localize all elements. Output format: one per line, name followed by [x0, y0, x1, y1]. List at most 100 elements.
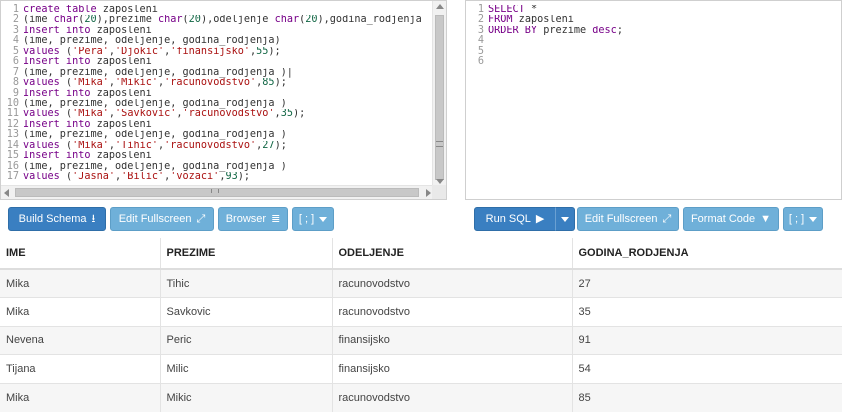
table-cell: finansijsko [332, 354, 573, 383]
code-token: 'Jasna' [72, 172, 116, 182]
edit-fullscreen-button[interactable]: Edit Fullscreen ⤢ [110, 207, 214, 231]
code-token: * [524, 5, 538, 15]
query-code[interactable]: 1 SELECT * 2 FROM zaposleni 3 ORDER BY prezim… [466, 1, 841, 68]
browser-button[interactable]: Browser ≣ [218, 207, 288, 231]
code-line[interactable]: 4 (ime, prezime, odeljenje, godina_rodjen… [1, 35, 446, 46]
code-token: 'Bilic' [121, 172, 165, 182]
code-line[interactable]: 1 SELECT * [466, 4, 841, 15]
schema-delimiter-dropdown[interactable]: [ ; ] [292, 207, 334, 231]
code-token: (ime, prezime, odeljenje, godina_rodjenj… [23, 67, 293, 78]
table-cell: 85 [572, 382, 842, 412]
code-token: 85 [262, 78, 275, 89]
code-line[interactable]: 4 [466, 35, 841, 46]
run-sql-button[interactable]: Run SQL ▶ [474, 207, 556, 231]
code-token: zaposleni [96, 5, 158, 15]
results-header: IME PREZIME ODELJENJE GODINA_RODJENJA [0, 238, 842, 270]
line-number: 7 [12, 66, 19, 78]
code-line[interactable]: 2 FROM zaposleni [466, 14, 841, 25]
code-token: ),godina_rodjenja [317, 15, 428, 26]
table-cell: Mikic [160, 382, 333, 412]
code-token: values [23, 172, 60, 182]
table-row: Mika Savkovic racunovodstvo 35 [0, 297, 842, 326]
code-token: 20 [84, 15, 97, 26]
code-token: 'racunovodstvo' [182, 109, 275, 120]
scroll-down-arrow-icon[interactable] [436, 179, 444, 184]
code-line[interactable]: 16 (ime, prezime, odeljenje, godina_rodje… [1, 161, 446, 172]
code-line[interactable]: 15 Insert into zaposleni [1, 150, 446, 161]
results-body: Mika Tihic racunovodstvo 27 Mika Savkovic racu… [0, 268, 842, 412]
table-cell: Milic [160, 354, 333, 383]
code-text: Insert into zaposleni [23, 57, 152, 67]
code-line[interactable]: 9 Insert into zaposleni [1, 88, 446, 99]
column-header-prezime: PREZIME [160, 238, 333, 270]
code-line[interactable]: 13 (ime, prezime, odeljenje, godina_rodje… [1, 129, 446, 140]
schema-horizontal-scrollbar[interactable] [1, 185, 434, 199]
code-line[interactable]: 5 values ('Pera','Djokic','finansijsko',5… [1, 46, 446, 57]
code-token: zaposleni [90, 57, 152, 68]
code-line[interactable]: 3 ORDER BY prezime desc; [466, 25, 841, 36]
schema-editor[interactable]: 1 create table zaposleni 2 (ime char(20),pr… [0, 0, 447, 200]
code-text: values ('Mika','Mikic','racunovodstvo',8… [23, 78, 287, 88]
code-token: desc [592, 25, 617, 36]
scroll-right-arrow-icon[interactable] [426, 189, 431, 197]
code-token: 'Mikic' [115, 78, 158, 89]
code-line[interactable]: 5 [466, 46, 841, 57]
code-line[interactable]: 14 values ('Mika','Tihic','racunovodstvo'… [1, 140, 446, 151]
line-number: 6 [12, 56, 19, 68]
schema-vertical-scrollbar[interactable] [432, 1, 446, 187]
run-sql-dropdown[interactable] [555, 207, 575, 231]
code-text: values ('Mika','Tihic','racunovodstvo',2… [23, 141, 287, 151]
code-line[interactable]: 6 [466, 56, 841, 67]
query-edit-fullscreen-button[interactable]: Edit Fullscreen ⤢ [577, 207, 679, 231]
code-line[interactable]: 8 values ('Mika','Mikic','racunovodstvo',… [1, 77, 446, 88]
code-text: FROM zaposleni [488, 15, 574, 25]
code-text: values ('Jasna','Bilic','vozaci',93); [23, 172, 250, 182]
code-line[interactable]: 12 Insert into zaposleni [1, 119, 446, 130]
delimiter-label: [ ; ] [788, 213, 805, 225]
code-text: create table zaposleni [23, 5, 158, 15]
scroll-left-arrow-icon[interactable] [4, 189, 9, 197]
code-token: ( [59, 46, 73, 57]
code-token: 'racunovodstvo' [164, 140, 257, 151]
code-text: (ime, prezime, odeljenje, godina_rodjenj… [23, 99, 287, 109]
code-token: 'racunovodstvo' [164, 78, 257, 89]
table-cell: Mika [0, 268, 161, 298]
code-token: zaposleni [90, 119, 152, 130]
chevron-down-icon [561, 216, 569, 222]
code-line[interactable]: 7 (ime, prezime, odeljenje, godina_rodjen… [1, 66, 446, 78]
code-text: ORDER BY prezime desc; [488, 26, 623, 36]
code-token: ),prezime [96, 15, 158, 26]
query-delimiter-dropdown[interactable]: [ ; ] [783, 207, 823, 231]
code-token: char [274, 15, 300, 26]
table-cell: finansijsko [332, 325, 573, 355]
build-schema-button[interactable]: Build Schema ⭳ [8, 207, 106, 231]
code-token: (ime, prezime, odeljenje, godina_rodjenj… [23, 161, 287, 172]
chevron-down-icon [809, 216, 818, 222]
code-line[interactable]: 10 (ime, prezime, odeljenje, godina_rodje… [1, 98, 446, 109]
code-line[interactable]: 17 values ('Jasna','Bilic','vozaci',93); [1, 171, 446, 182]
code-token: 27 [262, 140, 275, 151]
code-text: Insert into zaposleni [23, 120, 152, 130]
code-text: Insert into zaposleni [23, 26, 152, 36]
code-line[interactable]: 2 (ime char(20),prezime char(20),odeljenj… [1, 14, 446, 26]
schema-code[interactable]: 1 create table zaposleni 2 (ime char(20),pr… [1, 1, 446, 182]
expand-icon: ⤢ [196, 213, 206, 225]
table-row: Nevena Peric finansijsko 91 [0, 325, 842, 355]
code-line[interactable]: 1 create table zaposleni [1, 4, 446, 15]
code-token: zaposleni [512, 15, 574, 26]
code-line[interactable]: 11 values ('Mika','Savkovic','racunovodst… [1, 108, 446, 120]
column-header-ime: IME [0, 238, 161, 270]
code-line[interactable]: 6 Insert into zaposleni [1, 56, 446, 68]
format-code-button[interactable]: Format Code ▼ [683, 207, 779, 231]
code-token: values [23, 140, 60, 151]
query-editor[interactable]: 1 SELECT * 2 FROM zaposleni 3 ORDER BY prezim… [465, 0, 842, 200]
table-cell: Mika [0, 297, 161, 326]
scroll-up-arrow-icon[interactable] [436, 4, 444, 9]
scrollbar-thumb[interactable] [435, 15, 444, 180]
code-line[interactable]: 3 Insert into zaposleni [1, 25, 446, 36]
code-token: values [23, 109, 60, 120]
code-token: ORDER BY [488, 25, 538, 36]
line-number: 1 [477, 4, 484, 15]
code-token: 20 [188, 15, 201, 26]
code-token: Insert into [23, 57, 91, 68]
